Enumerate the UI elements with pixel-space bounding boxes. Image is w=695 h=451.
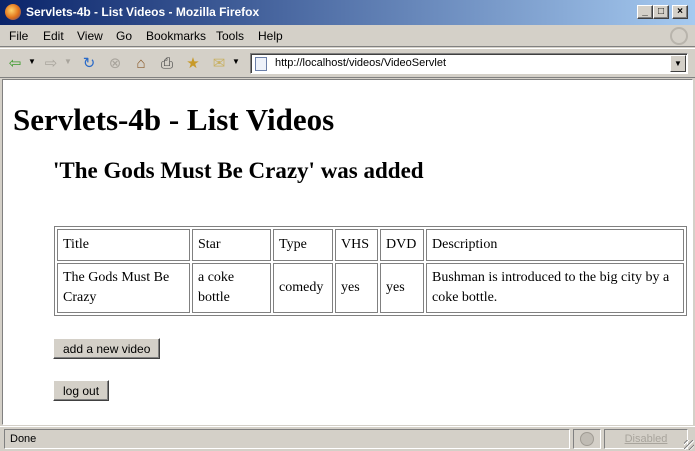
- logout-button[interactable]: log out: [53, 380, 110, 401]
- title-bar: Servlets-4b - List Videos - Mozilla Fire…: [0, 0, 695, 25]
- address-bar[interactable]: http://localhost/videos/VideoServlet ▼: [250, 53, 688, 74]
- print-icon[interactable]: ⎙: [158, 55, 176, 73]
- menu-edit[interactable]: Edit: [43, 29, 64, 43]
- address-dropdown-icon[interactable]: ▼: [670, 55, 686, 72]
- cell-dvd: yes: [380, 263, 424, 313]
- menu-view[interactable]: View: [77, 29, 103, 43]
- status-text: Done: [4, 429, 570, 449]
- status-bar: Done Disabled: [0, 426, 695, 451]
- cell-description: Bushman is introduced to the big city by…: [426, 263, 684, 313]
- resize-grip-icon[interactable]: [684, 440, 694, 450]
- menu-bar: File Edit View Go Bookmarks Tools Help: [0, 25, 695, 47]
- stop-icon[interactable]: ⊗: [106, 55, 124, 73]
- address-url[interactable]: http://localhost/videos/VideoServlet: [275, 57, 446, 69]
- cell-type: comedy: [273, 263, 333, 313]
- back-dropdown-icon[interactable]: ▼: [28, 57, 36, 66]
- header-star: Star: [192, 229, 271, 261]
- menu-help[interactable]: Help: [258, 29, 283, 43]
- forward-icon[interactable]: ⇨: [42, 55, 60, 73]
- page-content: Servlets-4b - List Videos 'The Gods Must…: [2, 79, 693, 425]
- maximize-button[interactable]: □: [653, 5, 669, 19]
- menu-tools[interactable]: Tools: [216, 29, 244, 43]
- header-dvd: DVD: [380, 229, 424, 261]
- window-title: Servlets-4b - List Videos - Mozilla Fire…: [26, 5, 260, 19]
- cell-title: The Gods Must Be Crazy: [57, 263, 190, 313]
- header-title: Title: [57, 229, 190, 261]
- navigation-toolbar: ⇦ ▼ ⇨ ▼ ↻ ⊗ ⌂ ⎙ ★ ✉ ▼ http://localhost/v…: [0, 48, 695, 78]
- close-button[interactable]: ×: [672, 5, 688, 19]
- status-message: 'The Gods Must Be Crazy' was added: [53, 158, 424, 183]
- page-icon: [255, 57, 267, 71]
- minimize-button[interactable]: _: [637, 5, 653, 19]
- add-video-button[interactable]: add a new video: [53, 338, 161, 359]
- table-row: The Gods Must Be Crazy a coke bottle com…: [57, 263, 684, 313]
- throbber-icon: [670, 27, 688, 45]
- header-vhs: VHS: [335, 229, 378, 261]
- back-icon[interactable]: ⇦: [6, 55, 24, 73]
- mail-dropdown-icon[interactable]: ▼: [232, 57, 240, 66]
- cell-vhs: yes: [335, 263, 378, 313]
- table-header-row: Title Star Type VHS DVD Description: [57, 229, 684, 261]
- reload-icon[interactable]: ↻: [80, 55, 98, 73]
- menu-file[interactable]: File: [9, 29, 28, 43]
- menu-go[interactable]: Go: [116, 29, 132, 43]
- menu-bookmarks[interactable]: Bookmarks: [146, 29, 206, 43]
- page-heading: Servlets-4b - List Videos: [13, 102, 335, 137]
- forward-dropdown-icon[interactable]: ▼: [64, 57, 72, 66]
- connection-icon: [580, 432, 594, 446]
- mail-icon[interactable]: ✉: [210, 55, 228, 73]
- popup-blocker-status[interactable]: Disabled: [604, 429, 688, 449]
- header-description: Description: [426, 229, 684, 261]
- connection-status: [573, 429, 601, 449]
- bookmark-icon[interactable]: ★: [184, 55, 202, 73]
- cell-star: a coke bottle: [192, 263, 271, 313]
- header-type: Type: [273, 229, 333, 261]
- home-icon[interactable]: ⌂: [132, 55, 150, 73]
- videos-table: Title Star Type VHS DVD Description The …: [54, 226, 687, 316]
- firefox-icon[interactable]: [5, 4, 21, 20]
